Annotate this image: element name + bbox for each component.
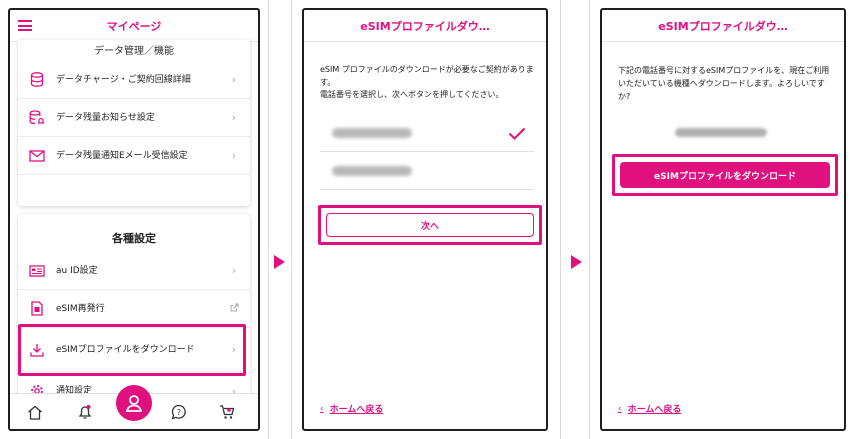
- database-bell-icon: [28, 110, 46, 125]
- menu-item-esim-download[interactable]: eSIMプロファイルをダウンロード ›: [18, 328, 250, 372]
- menu-item-label: データ残量通知Eメール受信設定: [56, 150, 188, 161]
- bottom-tab-bar: ?: [10, 385, 258, 429]
- menu-item-label: eSIM再発行: [56, 303, 105, 314]
- section-heading: 各種設定: [112, 232, 156, 245]
- page-title: eSIMプロファイルダウ…: [658, 19, 788, 33]
- cart-icon[interactable]: [218, 403, 236, 421]
- database-icon: [28, 72, 46, 87]
- bell-icon[interactable]: [76, 403, 94, 421]
- redacted-phone-number: [332, 128, 412, 138]
- divider: [560, 0, 561, 439]
- chevron-right-icon: ›: [231, 343, 237, 356]
- sim-card-icon: [28, 301, 46, 316]
- step-arrow-icon: [571, 255, 582, 269]
- section-heading: データ管理／機能: [94, 46, 174, 57]
- download-esim-button[interactable]: eSIMプロファイルをダウンロード: [620, 162, 830, 188]
- divider: [589, 0, 590, 439]
- menu-item-esim-reissue[interactable]: eSIM再発行: [18, 290, 250, 328]
- menu-item-data-email[interactable]: データ残量通知Eメール受信設定 ›: [18, 137, 250, 175]
- data-management-card: データ管理／機能 データチャージ・ご契約回線詳細 › データ残量お知らせ設定 ›…: [18, 40, 250, 206]
- chevron-left-icon: ‹: [320, 403, 324, 414]
- intro-text: eSIM プロファイルのダウンロードが必要なご契約があります。 電話番号を選択し…: [320, 64, 534, 102]
- menu-item-label: au ID設定: [56, 265, 98, 276]
- svg-text:?: ?: [177, 408, 181, 417]
- menu-item-data-notice[interactable]: データ残量お知らせ設定 ›: [18, 99, 250, 137]
- intro-line: eSIM プロファイルのダウンロードが必要なご契約があります。: [320, 65, 534, 87]
- header: eSIMプロファイルダウ…: [602, 10, 844, 42]
- esim-confirm-screen: eSIMプロファイルダウ… 下記の電話番号に対するeSIMプロファイルを、現在ご…: [600, 8, 846, 431]
- page-title: マイページ: [106, 19, 162, 33]
- chevron-right-icon: ›: [231, 111, 237, 124]
- menu-icon[interactable]: [18, 20, 32, 31]
- menu-item-data-charge[interactable]: データチャージ・ご契約回線詳細 ›: [18, 61, 250, 99]
- header: eSIMプロファイルダウ…: [304, 10, 546, 42]
- chevron-right-icon: ›: [231, 149, 237, 162]
- chevron-right-icon: ›: [231, 73, 237, 86]
- redacted-phone-number: [332, 166, 412, 176]
- back-home-link[interactable]: ‹ ホームへ戻る: [618, 402, 682, 416]
- menu-item-au-id[interactable]: au ID設定 ›: [18, 252, 250, 290]
- step-arrow-icon: [274, 255, 285, 269]
- intro-text: 下記の電話番号に対するeSIMプロファイルを、現在ご利用いただいている機種へダウ…: [618, 66, 830, 101]
- divider: [291, 0, 292, 439]
- download-icon: [28, 343, 46, 357]
- mypage-screen: マイページ データ管理／機能 データチャージ・ご契約回線詳細 › データ残量お知…: [8, 8, 260, 431]
- back-home-link[interactable]: ‹ ホームへ戻る: [320, 402, 384, 416]
- phone-number-option[interactable]: [320, 116, 534, 152]
- back-home-label: ホームへ戻る: [329, 405, 384, 415]
- header: マイページ: [10, 10, 258, 42]
- person-icon[interactable]: [116, 385, 152, 421]
- esim-select-screen: eSIMプロファイルダウ… eSIM プロファイルのダウンロードが必要なご契約が…: [302, 8, 548, 431]
- divider: [268, 0, 269, 439]
- chevron-right-icon: ›: [231, 264, 237, 277]
- settings-card: 各種設定 au ID設定 › eSIM再発行 eSIMプロファイルをダウンロード…: [18, 214, 250, 414]
- external-link-icon: [228, 302, 240, 315]
- phone-number-option[interactable]: [320, 154, 534, 190]
- id-card-icon: [28, 264, 46, 277]
- menu-item-label: データチャージ・ご契約回線詳細: [56, 74, 191, 85]
- mail-icon: [28, 149, 46, 162]
- back-home-label: ホームへ戻る: [627, 405, 682, 415]
- home-icon[interactable]: [26, 403, 44, 421]
- chat-question-icon[interactable]: ?: [170, 403, 188, 421]
- chevron-left-icon: ‹: [618, 403, 622, 414]
- menu-item-label: eSIMプロファイルをダウンロード: [56, 344, 195, 355]
- menu-item-label: データ残量お知らせ設定: [56, 112, 155, 123]
- next-button[interactable]: 次へ: [326, 213, 534, 237]
- instruction-line: 電話番号を選択し、次へボタンを押してください。: [320, 90, 504, 99]
- check-icon: [508, 125, 526, 144]
- page-title: eSIMプロファイルダウ…: [360, 19, 490, 33]
- redacted-phone-number: [675, 128, 767, 137]
